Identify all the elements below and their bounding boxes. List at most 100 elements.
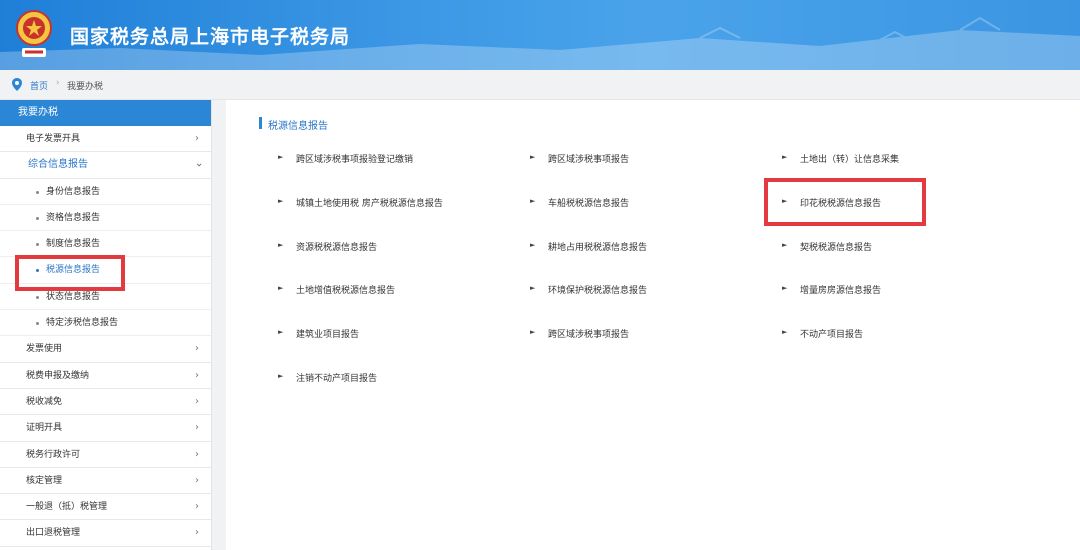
sidebar-item-assessment[interactable]: 核定管理 › — [0, 468, 211, 495]
sidebar-subitem-label: 身份信息报告 — [46, 186, 101, 197]
chevron-down-icon: › — [192, 163, 206, 168]
chevron-right-icon: › — [195, 133, 199, 144]
chevron-right-icon: › — [195, 395, 199, 407]
link-label: 跨区域涉税事项报告 — [548, 330, 630, 340]
link-construction-project[interactable]: ► 建筑业项目报告 — [278, 327, 360, 340]
arrow-right-icon: ► — [782, 241, 788, 249]
sidebar-title: 我要办税 — [0, 100, 211, 126]
arrow-right-icon: ► — [530, 284, 536, 292]
sidebar-item-export-refund[interactable]: 出口退税管理 › — [0, 520, 211, 547]
sidebar-item-reduction[interactable]: 税收减免 › — [0, 389, 211, 416]
chevron-right-icon: › — [195, 527, 199, 539]
arrow-right-icon: ► — [530, 197, 536, 205]
arrow-right-icon: ► — [278, 284, 284, 292]
location-pin-icon — [12, 78, 22, 91]
link-land-transfer[interactable]: ► 土地出（转）让信息采集 — [782, 152, 900, 165]
arrow-right-icon: ► — [278, 197, 284, 205]
bullet-dot-icon — [36, 322, 39, 326]
sidebar: 我要办税 电子发票开具 › 综合信息报告 › 身份信息报告 资格信息报告 制度信… — [0, 100, 212, 550]
sidebar-item-license[interactable]: 税务行政许可 › — [0, 442, 211, 468]
link-label: 不动产项目报告 — [800, 330, 864, 340]
link-real-estate-project[interactable]: ► 不动产项目报告 — [782, 327, 864, 340]
arrow-right-icon: ► — [530, 241, 536, 249]
link-label: 增量房房源信息报告 — [800, 286, 882, 296]
section-marker — [259, 117, 262, 129]
highlight-box-sidebar — [15, 255, 125, 291]
link-farmland-tax[interactable]: ► 耕地占用税税源信息报告 — [530, 240, 648, 253]
link-resource-tax[interactable]: ► 资源税税源信息报告 — [278, 240, 378, 253]
main-panel: 税源信息报告 ► 跨区域涉税事项报验登记缴销 ► 跨区域涉税事项报告 ► 土地出… — [226, 100, 1080, 550]
arrow-right-icon: ► — [278, 241, 284, 249]
section-title: 税源信息报告 — [268, 121, 328, 132]
sidebar-subitem-qualification[interactable]: 资格信息报告 — [0, 205, 211, 232]
link-environment-tax[interactable]: ► 环境保护税税源信息报告 — [530, 283, 648, 296]
sidebar-item-invoice-use[interactable]: 发票使用 › — [0, 336, 211, 363]
sidebar-subitem-label: 资格信息报告 — [46, 212, 101, 223]
sidebar-item-label: 综合信息报告 — [28, 159, 88, 171]
sidebar-item-e-invoice[interactable]: 电子发票开具 › — [0, 126, 211, 153]
sidebar-item-label: 发票使用 — [26, 344, 63, 355]
sidebar-item-info-report[interactable]: 综合信息报告 › — [0, 152, 211, 179]
sidebar-item-refund[interactable]: 一般退（抵）税管理 › — [0, 494, 211, 521]
link-label: 城镇土地使用税 房产税税源信息报告 — [296, 199, 443, 209]
breadcrumb-separator: › — [56, 78, 60, 88]
link-vehicle-tax[interactable]: ► 车船税税源信息报告 — [530, 196, 630, 209]
sidebar-subitem-system[interactable]: 制度信息报告 — [0, 231, 211, 258]
arrow-right-icon: ► — [530, 328, 536, 336]
chevron-right-icon: › — [195, 448, 199, 460]
chevron-right-icon: › — [195, 369, 199, 381]
link-label: 契税税源信息报告 — [800, 243, 873, 253]
link-label: 车船税税源信息报告 — [548, 199, 630, 209]
sidebar-item-label: 一般退（抵）税管理 — [26, 502, 108, 513]
bullet-dot-icon — [36, 243, 39, 247]
link-deed-tax[interactable]: ► 契税税源信息报告 — [782, 240, 873, 253]
tax-emblem-icon — [16, 10, 52, 57]
sidebar-item-declaration[interactable]: 税费申报及缴纳 › — [0, 363, 211, 389]
sidebar-subitem-identity[interactable]: 身份信息报告 — [0, 179, 211, 205]
sidebar-subitem-label: 特定涉税信息报告 — [46, 318, 119, 329]
sidebar-subitem-specific[interactable]: 特定涉税信息报告 — [0, 310, 211, 337]
sidebar-item-certificate[interactable]: 证明开具 › — [0, 415, 211, 442]
breadcrumb-home-link[interactable]: 首页 — [30, 79, 48, 92]
link-label: 资源税税源信息报告 — [296, 243, 378, 253]
chevron-right-icon: › — [195, 343, 199, 355]
link-label: 环境保护税税源信息报告 — [548, 286, 648, 296]
sidebar-item-label: 出口退税管理 — [26, 528, 81, 539]
site-header: 国家税务总局上海市电子税务局 — [0, 0, 1080, 70]
link-cross-region-verification[interactable]: ► 跨区域涉税事项报验登记缴销 — [278, 152, 414, 165]
sidebar-item-label: 核定管理 — [26, 475, 63, 486]
breadcrumb-current: 我要办税 — [67, 82, 104, 92]
breadcrumb: 首页 › 我要办税 — [0, 70, 1080, 100]
arrow-right-icon: ► — [530, 153, 536, 161]
arrow-right-icon: ► — [278, 372, 284, 380]
arrow-right-icon: ► — [278, 153, 284, 161]
site-title: 国家税务总局上海市电子税务局 — [70, 26, 351, 48]
link-cross-region-report-2[interactable]: ► 跨区域涉税事项报告 — [530, 327, 630, 340]
link-label: 耕地占用税税源信息报告 — [548, 243, 648, 253]
sidebar-item-label: 税务行政许可 — [26, 449, 81, 460]
chevron-right-icon: › — [195, 501, 199, 513]
arrow-right-icon: ► — [782, 153, 788, 161]
arrow-right-icon: ► — [782, 328, 788, 336]
link-label: 建筑业项目报告 — [296, 330, 360, 340]
link-cancel-real-estate-project[interactable]: ► 注销不动产项目报告 — [278, 371, 377, 384]
link-land-appreciation-tax[interactable]: ► 土地增值税税源信息报告 — [278, 283, 396, 296]
bullet-dot-icon — [36, 216, 39, 220]
arrow-right-icon: ► — [278, 328, 284, 336]
sidebar-item-label: 税收减免 — [26, 396, 63, 407]
link-land-use-property-tax[interactable]: ► 城镇土地使用税 房产税税源信息报告 — [278, 196, 443, 209]
link-label: 跨区域涉税事项报验登记缴销 — [296, 155, 414, 165]
highlight-box-stamp-tax — [764, 178, 926, 226]
link-incremental-housing[interactable]: ► 增量房房源信息报告 — [782, 283, 882, 296]
bullet-dot-icon — [36, 295, 39, 299]
sidebar-item-label: 税费申报及缴纳 — [26, 370, 90, 381]
sidebar-subitem-label: 制度信息报告 — [46, 239, 101, 250]
bullet-dot-icon — [36, 190, 39, 194]
link-label: 土地出（转）让信息采集 — [800, 155, 900, 165]
chevron-right-icon: › — [195, 474, 199, 486]
link-cross-region-report[interactable]: ► 跨区域涉税事项报告 — [530, 152, 629, 165]
sidebar-item-label: 电子发票开具 — [26, 134, 81, 144]
link-label: 土地增值税税源信息报告 — [296, 286, 396, 296]
arrow-right-icon: ► — [782, 284, 788, 292]
sidebar-subitem-label: 状态信息报告 — [46, 291, 101, 302]
